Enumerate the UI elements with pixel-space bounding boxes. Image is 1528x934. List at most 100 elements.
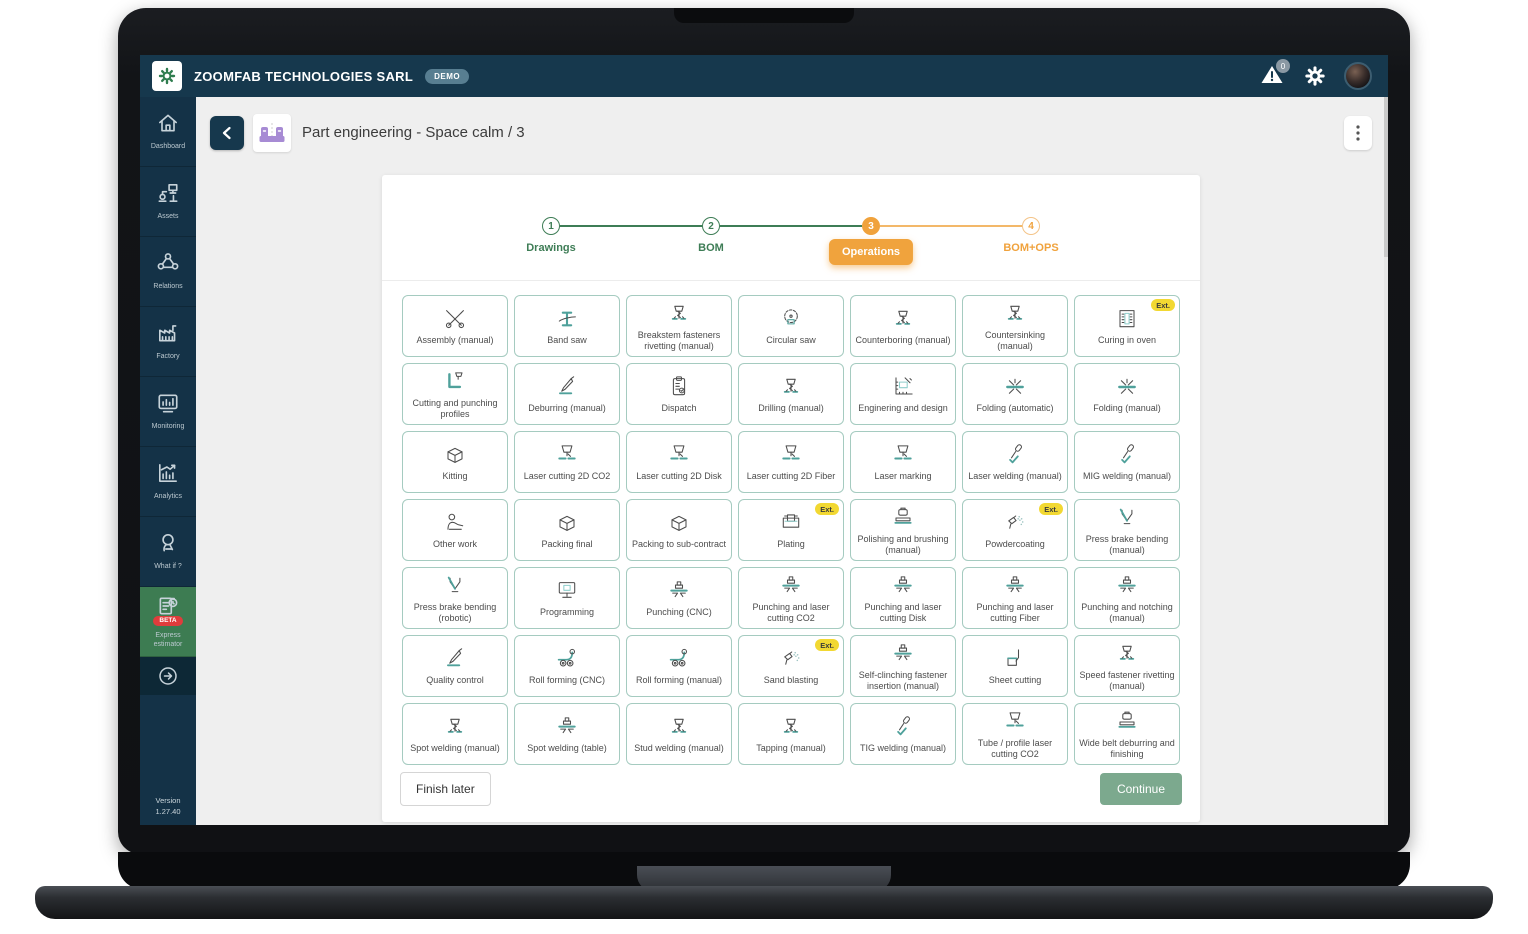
operation-card-quality-control[interactable]: Ext. Quality control <box>402 635 508 697</box>
operation-card-laser-cutting-2d-fiber[interactable]: Ext. Laser cutting 2D Fiber <box>738 431 844 493</box>
operation-card-roll-forming-manual[interactable]: Ext. Roll forming (manual) <box>626 635 732 697</box>
alerts-button[interactable]: 0 <box>1260 64 1286 88</box>
operation-card-kitting[interactable]: Ext. Kitting <box>402 431 508 493</box>
operation-card-band-saw[interactable]: Ext. Band saw <box>514 295 620 357</box>
operation-card-punching-and-laser-cutting-co2[interactable]: Ext. Punching and laser cutting CO2 <box>738 567 844 629</box>
operation-card-other-work[interactable]: Ext. Other work <box>402 499 508 561</box>
operation-card-breakstem-fasteners-rivetting-manual[interactable]: Ext. Breakstem fasteners rivetting (manu… <box>626 295 732 357</box>
operation-card-label: Countersinking (manual) <box>966 330 1064 353</box>
operation-card-label: Roll forming (manual) <box>636 675 722 686</box>
drill-icon <box>886 305 920 333</box>
operation-card-dispatch[interactable]: Ext. Dispatch <box>626 363 732 425</box>
operation-card-speed-fastener-rivetting-manual[interactable]: Ext. Speed fastener rivetting (manual) <box>1074 635 1180 697</box>
sidebar-item-what-if[interactable]: What if ? <box>140 517 196 587</box>
operation-card-counterboring-manual[interactable]: Ext. Counterboring (manual) <box>850 295 956 357</box>
stepper-connector <box>720 225 862 227</box>
operation-card-deburring-manual[interactable]: Ext. Deburring (manual) <box>514 363 620 425</box>
operation-card-laser-marking[interactable]: Ext. Laser marking <box>850 431 956 493</box>
operation-card-label: Speed fastener rivetting (manual) <box>1078 670 1176 693</box>
operation-card-sheet-cutting[interactable]: Ext. Sheet cutting <box>962 635 1068 697</box>
main-content: Part engineering - Space calm / 3 1Drawi… <box>196 97 1388 825</box>
rollers-icon <box>662 645 696 673</box>
operation-card-punching-and-laser-cutting-fiber[interactable]: Ext. Punching and laser cutting Fiber <box>962 567 1068 629</box>
back-button[interactable] <box>210 116 244 150</box>
operation-card-programming[interactable]: Ext. Programming <box>514 567 620 629</box>
beta-badge: BETA <box>153 616 182 626</box>
folding-icon <box>1110 373 1144 401</box>
sidebar-item-express-estimator[interactable]: BETA Express estimator <box>140 587 196 657</box>
operation-card-folding-manual[interactable]: Ext. Folding (manual) <box>1074 363 1180 425</box>
operation-card-punching-and-laser-cutting-disk[interactable]: Ext. Punching and laser cutting Disk <box>850 567 956 629</box>
zoomfab-logo[interactable] <box>152 61 182 91</box>
user-avatar[interactable] <box>1344 62 1372 90</box>
sidebar-item-relations[interactable]: Relations <box>140 237 196 307</box>
operation-card-curing-in-oven[interactable]: Ext. Curing in oven <box>1074 295 1180 357</box>
sidebar-item-monitoring[interactable]: Monitoring <box>140 377 196 447</box>
operation-card-spot-welding-manual[interactable]: Ext. Spot welding (manual) <box>402 703 508 765</box>
operation-card-label: Laser cutting 2D Disk <box>636 471 722 482</box>
operation-card-folding-automatic[interactable]: Ext. Folding (automatic) <box>962 363 1068 425</box>
operation-card-tube-profile-laser-cutting-co2[interactable]: Ext. Tube / profile laser cutting CO2 <box>962 703 1068 765</box>
operation-card-cutting-and-punching-profiles[interactable]: Ext. Cutting and punching profiles <box>402 363 508 425</box>
operation-card-countersinking-manual[interactable]: Ext. Countersinking (manual) <box>962 295 1068 357</box>
operation-card-laser-cutting-2d-disk[interactable]: Ext. Laser cutting 2D Disk <box>626 431 732 493</box>
scrollbar[interactable] <box>1384 97 1388 825</box>
operation-card-sand-blasting[interactable]: Ext. Sand blasting <box>738 635 844 697</box>
operation-card-self-clinching-fastener-insertion-manual[interactable]: Ext. Self-clinching fastener insertion (… <box>850 635 956 697</box>
scrollbar-thumb[interactable] <box>1384 97 1388 257</box>
operation-card-drilling-manual[interactable]: Ext. Drilling (manual) <box>738 363 844 425</box>
tap-tool-icon <box>774 713 808 741</box>
operation-card-plating[interactable]: Ext. Plating <box>738 499 844 561</box>
operation-card-stud-welding-manual[interactable]: Ext. Stud welding (manual) <box>626 703 732 765</box>
operation-card-enginering-and-design[interactable]: Ext. Enginering and design <box>850 363 956 425</box>
page: ZOOMFAB TECHNOLOGIES SARL DEMO 0 <box>0 0 1528 934</box>
operation-card-polishing-and-brushing-manual[interactable]: Ext. Polishing and brushing (manual) <box>850 499 956 561</box>
sidebar-item-label: Monitoring <box>144 422 192 431</box>
operation-card-circular-saw[interactable]: Ext. Circular saw <box>738 295 844 357</box>
operation-card-spot-welding-table[interactable]: Ext. Spot welding (table) <box>514 703 620 765</box>
operations-grid: Ext. Assembly (manual) Ext. Band saw Ext… <box>402 295 1180 765</box>
more-options-button[interactable] <box>1344 116 1372 150</box>
stepper-step-bom[interactable]: 2BOM <box>702 217 720 235</box>
continue-button[interactable]: Continue <box>1100 773 1182 805</box>
sidebar-collapse-button[interactable] <box>140 657 196 695</box>
stepper-step-drawings[interactable]: 1Drawings <box>542 217 560 235</box>
operation-card-punching-and-notching-manual[interactable]: Ext. Punching and notching (manual) <box>1074 567 1180 629</box>
operation-card-press-brake-bending-manual[interactable]: Ext. Press brake bending (manual) <box>1074 499 1180 561</box>
operation-card-label: Laser welding (manual) <box>968 471 1062 482</box>
sidebar-item-assets[interactable]: Assets <box>140 167 196 237</box>
stepper-step-bom-ops[interactable]: 4BOM+OPS <box>1022 217 1040 235</box>
operation-card-wide-belt-deburring-and-finishing[interactable]: Ext. Wide belt deburring and finishing <box>1074 703 1180 765</box>
operation-card-powdercoating[interactable]: Ext. Powdercoating <box>962 499 1068 561</box>
sidebar-item-dashboard[interactable]: Dashboard <box>140 97 196 167</box>
assets-machines-icon <box>156 181 180 205</box>
operation-card-mig-welding-manual[interactable]: Ext. MIG welding (manual) <box>1074 431 1180 493</box>
operation-card-tig-welding-manual[interactable]: Ext. TIG welding (manual) <box>850 703 956 765</box>
sidebar-items: Dashboard Assets Relations Factory Monit… <box>140 97 196 657</box>
welding-torch-icon <box>886 713 920 741</box>
sidebar-item-analytics[interactable]: Analytics <box>140 447 196 517</box>
band-saw-icon <box>550 305 584 333</box>
operation-card-punching-cnc[interactable]: Ext. Punching (CNC) <box>626 567 732 629</box>
polisher-icon <box>886 504 920 532</box>
express-estimator-icon <box>156 594 180 618</box>
operation-card-packing-to-sub-contract[interactable]: Ext. Packing to sub-contract <box>626 499 732 561</box>
operation-card-tapping-manual[interactable]: Ext. Tapping (manual) <box>738 703 844 765</box>
operation-card-label: Punching (CNC) <box>646 607 712 618</box>
external-badge: Ext. <box>815 503 839 515</box>
operation-card-laser-welding-manual[interactable]: Ext. Laser welding (manual) <box>962 431 1068 493</box>
settings-gear-icon[interactable] <box>1304 65 1326 87</box>
operation-card-laser-cutting-2d-co2[interactable]: Ext. Laser cutting 2D CO2 <box>514 431 620 493</box>
rollers-icon <box>550 645 584 673</box>
operation-card-label: Dispatch <box>661 403 696 414</box>
operation-card-packing-final[interactable]: Ext. Packing final <box>514 499 620 561</box>
stepper-step-operations[interactable]: 3Operations <box>862 217 880 235</box>
finish-later-button[interactable]: Finish later <box>400 772 491 806</box>
stepper-connector <box>880 225 1022 227</box>
operation-card-press-brake-bending-robotic[interactable]: Ext. Press brake bending (robotic) <box>402 567 508 629</box>
operation-card-roll-forming-cnc[interactable]: Ext. Roll forming (CNC) <box>514 635 620 697</box>
spray-gun-icon <box>774 645 808 673</box>
sidebar-item-factory[interactable]: Factory <box>140 307 196 377</box>
operation-card-assembly-manual[interactable]: Ext. Assembly (manual) <box>402 295 508 357</box>
step-number: 2 <box>702 217 720 235</box>
